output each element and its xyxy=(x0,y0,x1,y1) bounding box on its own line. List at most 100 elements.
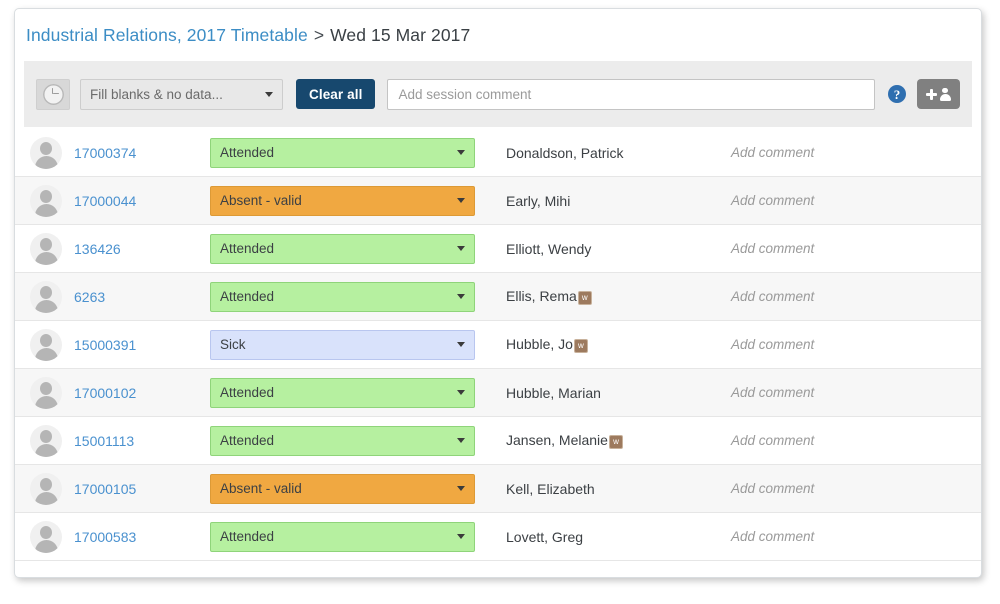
avatar xyxy=(30,376,62,409)
student-id-link[interactable]: 6263 xyxy=(74,289,105,305)
student-comment-cell: Add comment xyxy=(713,192,981,210)
table-row: 17000105 Absent - valid Kell, Elizabeth Add… xyxy=(15,465,981,513)
add-comment-field[interactable]: Add comment xyxy=(731,145,814,160)
attendance-status-value: Absent - valid xyxy=(220,193,302,208)
student-name-cell: Hubble, Marian xyxy=(490,385,713,401)
attendance-status-cell: Absent - valid xyxy=(210,473,490,504)
student-name: Lovett, Greg xyxy=(506,528,584,545)
attendance-status-cell: Absent - valid xyxy=(210,185,490,216)
table-row: 15001113 Attended Jansen, Melanie w Add comm… xyxy=(15,417,981,465)
student-name: Elliott, Wendy xyxy=(506,240,592,257)
avatar xyxy=(30,232,62,265)
chevron-down-icon xyxy=(457,150,465,155)
add-comment-field[interactable]: Add comment xyxy=(731,337,814,352)
student-id-cell: 15001113 xyxy=(15,424,210,457)
help-icon[interactable]: ? xyxy=(888,85,906,103)
fill-blanks-select[interactable]: Fill blanks & no data... xyxy=(80,78,283,110)
table-row: 17000044 Absent - valid Early, Mihi Add com… xyxy=(15,177,981,225)
student-name-cell: Elliott, Wendy xyxy=(490,241,713,257)
student-id-link[interactable]: 17000102 xyxy=(74,385,136,401)
avatar xyxy=(30,424,62,457)
attendance-status-select[interactable]: Attended xyxy=(210,137,475,168)
breadcrumb: Industrial Relations, 2017 Timetable > W… xyxy=(15,9,981,61)
chevron-down-icon xyxy=(457,438,465,443)
attendance-status-select[interactable]: Absent - valid xyxy=(210,185,475,216)
avatar xyxy=(30,472,62,505)
student-name: Donaldson, Patrick xyxy=(506,144,624,161)
student-name: Ellis, Rema w xyxy=(506,288,592,305)
student-comment-cell: Add comment xyxy=(713,480,981,498)
attendance-status-value: Sick xyxy=(220,337,246,352)
attendance-status-cell: Attended xyxy=(210,233,490,264)
withdrawn-flag-icon: w xyxy=(573,339,588,353)
student-name: Hubble, Jo w xyxy=(506,336,588,353)
student-name-cell: Early, Mihi xyxy=(490,193,713,209)
student-id-cell: 15000391 xyxy=(15,328,210,361)
add-comment-field[interactable]: Add comment xyxy=(731,241,814,256)
attendance-status-value: Absent - valid xyxy=(220,481,302,496)
attendance-status-select[interactable]: Attended xyxy=(210,233,475,264)
student-name-cell: Ellis, Rema w xyxy=(490,288,713,305)
chevron-down-icon xyxy=(457,246,465,251)
chevron-down-icon xyxy=(457,198,465,203)
attendance-status-value: Attended xyxy=(220,241,275,256)
chevron-down-icon xyxy=(457,534,465,539)
student-id-link[interactable]: 17000374 xyxy=(74,145,136,161)
student-id-link[interactable]: 15000391 xyxy=(74,337,136,353)
student-id-link[interactable]: 17000044 xyxy=(74,193,136,209)
add-comment-field[interactable]: Add comment xyxy=(731,193,814,208)
avatar xyxy=(30,184,62,217)
page-root: Industrial Relations, 2017 Timetable > W… xyxy=(0,0,1000,604)
breadcrumb-current-date: Wed 15 Mar 2017 xyxy=(330,24,471,45)
table-row: 6263 Attended Ellis, Rema w Add comment xyxy=(15,273,981,321)
attendance-status-cell: Attended xyxy=(210,137,490,168)
attendance-status-select[interactable]: Sick xyxy=(210,329,475,360)
attendance-status-cell: Sick xyxy=(210,329,490,360)
chevron-down-icon xyxy=(457,486,465,491)
add-comment-field[interactable]: Add comment xyxy=(731,529,814,544)
clear-all-button[interactable]: Clear all xyxy=(296,79,376,109)
chevron-down-icon xyxy=(457,390,465,395)
student-id-cell: 136426 xyxy=(15,232,210,265)
table-row: 17000374 Attended Donaldson, Patrick Add co… xyxy=(15,129,981,177)
avatar xyxy=(30,280,62,313)
clock-icon-button[interactable] xyxy=(36,78,70,110)
avatar xyxy=(30,136,62,169)
add-comment-field[interactable]: Add comment xyxy=(731,289,814,304)
attendance-status-select[interactable]: Attended xyxy=(210,377,475,408)
attendance-status-select[interactable]: Absent - valid xyxy=(210,473,475,504)
attendance-status-select[interactable]: Attended xyxy=(210,425,475,456)
student-comment-cell: Add comment xyxy=(713,528,981,546)
add-comment-field[interactable]: Add comment xyxy=(731,385,814,400)
attendance-status-select[interactable]: Attended xyxy=(210,281,475,312)
student-id-cell: 17000102 xyxy=(15,376,210,409)
attendance-status-cell: Attended xyxy=(210,377,490,408)
attendance-card: Industrial Relations, 2017 Timetable > W… xyxy=(14,8,982,578)
session-comment-input[interactable] xyxy=(387,78,875,110)
attendance-status-select[interactable]: Attended xyxy=(210,521,475,552)
student-id-link[interactable]: 15001113 xyxy=(74,433,134,449)
attendance-roster: 17000374 Attended Donaldson, Patrick Add co… xyxy=(15,129,981,561)
breadcrumb-separator: > xyxy=(313,24,325,45)
chevron-down-icon xyxy=(457,294,465,299)
session-toolbar: Fill blanks & no data... Clear all ? xyxy=(24,61,972,127)
student-id-link[interactable]: 17000105 xyxy=(74,481,136,497)
attendance-status-value: Attended xyxy=(220,385,275,400)
table-row: 15000391 Sick Hubble, Jo w Add comment xyxy=(15,321,981,369)
student-name: Early, Mihi xyxy=(506,192,571,209)
add-person-button[interactable] xyxy=(917,79,960,109)
student-comment-cell: Add comment xyxy=(713,432,981,450)
student-name: Jansen, Melanie w xyxy=(506,432,623,449)
breadcrumb-link-timetable[interactable]: Industrial Relations, 2017 Timetable xyxy=(26,25,308,46)
attendance-status-value: Attended xyxy=(220,145,275,160)
student-name-cell: Lovett, Greg xyxy=(490,529,713,545)
attendance-status-cell: Attended xyxy=(210,425,490,456)
attendance-status-cell: Attended xyxy=(210,281,490,312)
add-comment-field[interactable]: Add comment xyxy=(731,481,814,496)
student-comment-cell: Add comment xyxy=(713,288,981,306)
attendance-status-value: Attended xyxy=(220,433,275,448)
student-id-link[interactable]: 17000583 xyxy=(74,529,136,545)
student-id-link[interactable]: 136426 xyxy=(74,241,121,257)
student-comment-cell: Add comment xyxy=(713,336,981,354)
add-comment-field[interactable]: Add comment xyxy=(731,433,814,448)
